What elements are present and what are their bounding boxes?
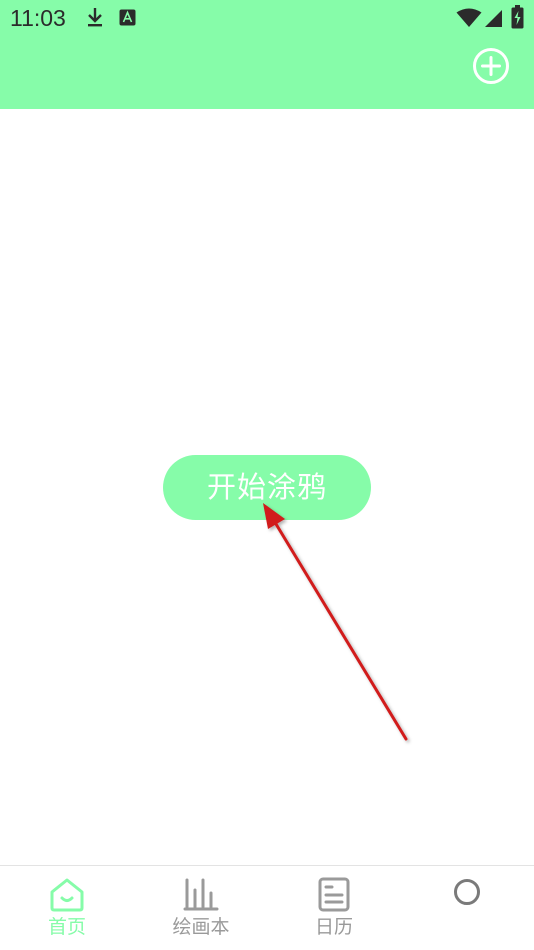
plus-circle-icon[interactable] [472, 47, 510, 85]
wifi-icon [456, 8, 482, 27]
tab-profile[interactable] [400, 866, 534, 950]
bar-chart-icon [183, 878, 219, 911]
tab-home[interactable]: 首页 [0, 866, 134, 950]
signal-icon [485, 10, 502, 27]
status-time: 11:03 [10, 5, 66, 31]
tab-drawing-book-label: 绘画本 [172, 916, 230, 938]
download-icon [88, 8, 102, 27]
app-header: 11:03 [0, 0, 534, 109]
home-icon [50, 878, 84, 912]
tab-calendar[interactable]: 日历 [267, 866, 401, 950]
bottom-tab-bar: 首页 绘画本 日历 [0, 865, 534, 949]
status-bar: 11:03 [0, 0, 534, 36]
circle-icon [454, 879, 480, 905]
document-icon [318, 877, 350, 912]
battery-icon [511, 5, 524, 29]
tab-home-label: 首页 [47, 916, 86, 938]
tab-drawing-book[interactable]: 绘画本 [134, 866, 268, 950]
start-doodle-button[interactable]: 开始涂鸦 [163, 455, 371, 520]
app-a-icon [119, 9, 136, 26]
tab-calendar-label: 日历 [314, 916, 353, 938]
